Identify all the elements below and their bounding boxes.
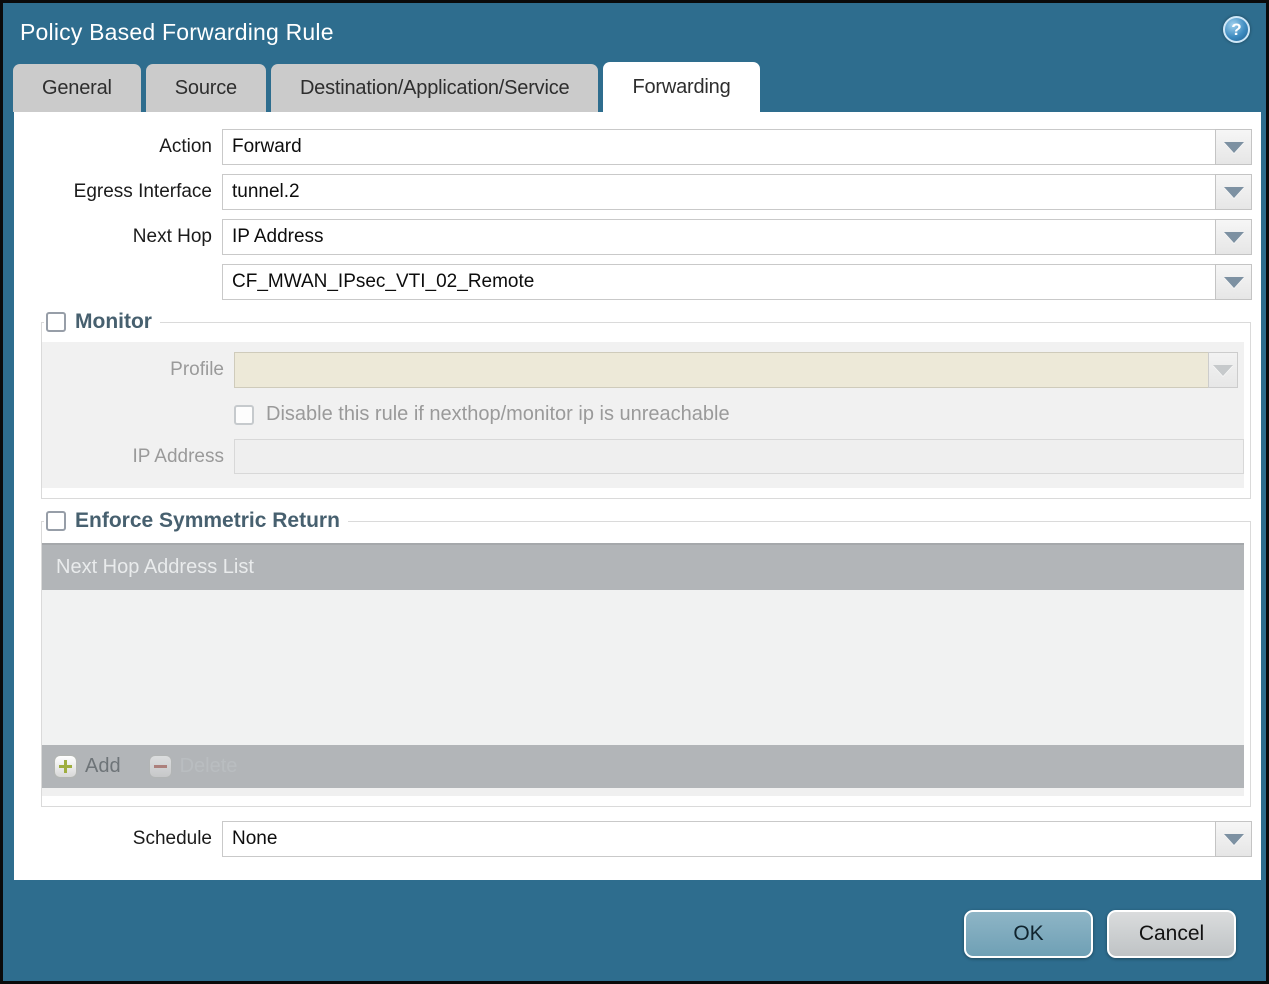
tab-forwarding[interactable]: Forwarding — [603, 62, 760, 112]
next-hop-address-select[interactable]: CF_MWAN_IPsec_VTI_02_Remote — [222, 264, 1216, 300]
chevron-down-icon — [1213, 364, 1233, 376]
plus-icon — [54, 755, 77, 778]
cancel-button[interactable]: Cancel — [1107, 910, 1236, 958]
next-hop-dropdown-button[interactable] — [1215, 219, 1252, 255]
table-toolbar: Add Delete — [42, 745, 1244, 788]
schedule-label: Schedule — [132, 828, 212, 849]
tab-bar: General Source Destination/Application/S… — [3, 62, 1266, 112]
monitor-title: Monitor — [75, 310, 152, 333]
forwarding-tab-panel: Action Forward Egress Interface tunnel.2… — [14, 112, 1261, 880]
chevron-down-icon — [1223, 231, 1244, 243]
monitor-ip-input — [234, 439, 1244, 474]
monitor-section: Monitor Profile Disable this rule if nex… — [41, 310, 1251, 499]
tab-source[interactable]: Source — [145, 64, 266, 112]
next-hop-address-dropdown-button[interactable] — [1215, 264, 1252, 300]
egress-interface-dropdown-button[interactable] — [1215, 174, 1252, 210]
next-hop-label: Next Hop — [132, 226, 212, 247]
table-header-label: Next Hop Address List — [56, 556, 254, 578]
add-button[interactable]: Add — [54, 755, 121, 778]
monitor-group: Profile Disable this rule if nexthop/mon… — [42, 342, 1244, 488]
action-row: Action Forward — [14, 129, 1261, 165]
table-header: Next Hop Address List — [42, 543, 1244, 590]
profile-label: Profile — [170, 359, 224, 380]
tab-destination-application-service[interactable]: Destination/Application/Service — [270, 64, 599, 112]
action-label: Action — [159, 136, 212, 157]
monitor-legend: Monitor — [44, 310, 160, 334]
monitor-ip-label: IP Address — [132, 445, 224, 467]
table-bottom-strip — [42, 788, 1244, 796]
egress-interface-label: Egress Interface — [73, 181, 212, 202]
disable-rule-row: Disable this rule if nexthop/monitor ip … — [234, 403, 1244, 426]
monitor-ip-row: IP Address — [42, 439, 1244, 474]
profile-select — [234, 352, 1209, 388]
title-bar: Policy Based Forwarding Rule ? — [3, 3, 1266, 62]
chevron-down-icon — [1223, 276, 1244, 288]
chevron-down-icon — [1223, 833, 1244, 845]
next-hop-address-row: CF_MWAN_IPsec_VTI_02_Remote — [14, 264, 1261, 300]
help-icon[interactable]: ? — [1223, 16, 1250, 43]
add-button-label: Add — [85, 755, 121, 777]
chevron-down-icon — [1223, 141, 1244, 153]
minus-icon — [148, 755, 172, 778]
table-body[interactable] — [42, 590, 1244, 745]
ok-button[interactable]: OK — [964, 910, 1093, 958]
delete-button-label: Delete — [179, 755, 238, 777]
disable-rule-checkbox — [234, 404, 254, 425]
symmetric-return-legend: Enforce Symmetric Return — [44, 509, 348, 533]
symmetric-return-title: Enforce Symmetric Return — [75, 509, 340, 532]
dialog-title: Policy Based Forwarding Rule — [20, 19, 334, 45]
egress-interface-row: Egress Interface tunnel.2 — [14, 174, 1261, 210]
profile-dropdown-button — [1208, 352, 1238, 388]
next-hop-type-select[interactable]: IP Address — [222, 219, 1216, 255]
symmetric-return-checkbox[interactable] — [46, 511, 66, 531]
profile-row: Profile — [42, 352, 1244, 388]
schedule-select[interactable]: None — [222, 821, 1216, 857]
egress-interface-select[interactable]: tunnel.2 — [222, 174, 1216, 210]
schedule-dropdown-button[interactable] — [1215, 821, 1252, 857]
disable-rule-label: Disable this rule if nexthop/monitor ip … — [266, 403, 730, 425]
chevron-down-icon — [1223, 186, 1244, 198]
monitor-checkbox[interactable] — [46, 312, 66, 332]
delete-button: Delete — [148, 755, 238, 778]
schedule-row: Schedule None — [14, 821, 1261, 857]
dialog-window: Policy Based Forwarding Rule ? General S… — [0, 0, 1269, 984]
next-hop-row: Next Hop IP Address — [14, 219, 1261, 255]
symmetric-return-section: Enforce Symmetric Return Next Hop Addres… — [41, 509, 1251, 807]
action-select[interactable]: Forward — [222, 129, 1216, 165]
action-dropdown-button[interactable] — [1215, 129, 1252, 165]
tab-general[interactable]: General — [13, 64, 141, 112]
next-hop-address-list-table: Next Hop Address List Add Delete — [42, 543, 1244, 796]
